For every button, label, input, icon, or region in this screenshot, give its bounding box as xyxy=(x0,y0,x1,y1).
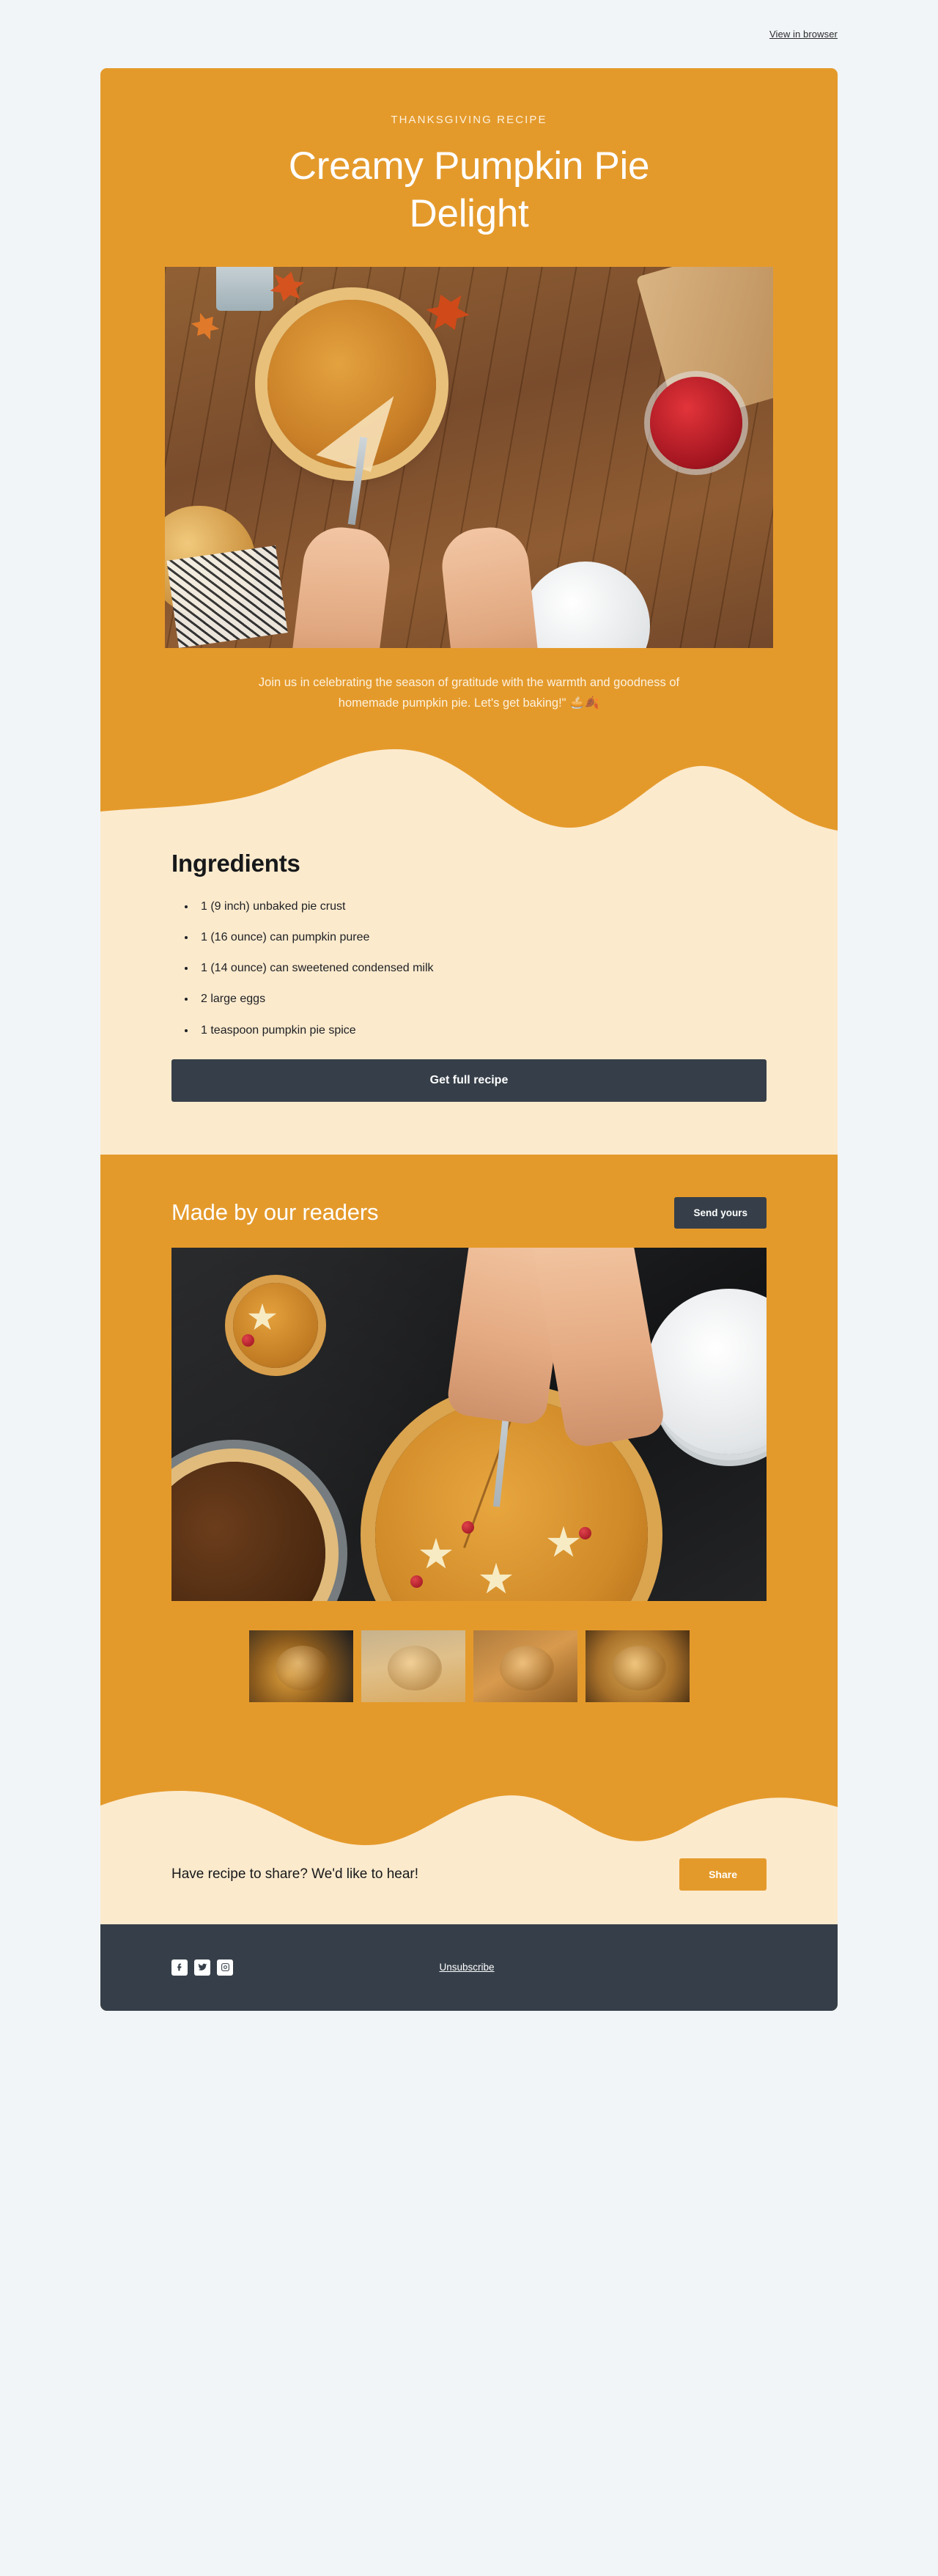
share-band: Have recipe to share? We'd like to hear!… xyxy=(100,1850,838,1924)
share-prompt-text: Have recipe to share? We'd like to hear! xyxy=(171,1866,419,1882)
napkin-shape xyxy=(166,545,288,649)
cranberry-shape xyxy=(242,1333,254,1347)
email-card: THANKSGIVING RECIPE Creamy Pumpkin Pie D… xyxy=(100,68,838,2011)
unsubscribe-link[interactable]: Unsubscribe xyxy=(439,1962,494,1973)
readers-header: Made by our readers Send yours xyxy=(171,1196,767,1229)
ingredients-list: 1 (9 inch) unbaked pie crust 1 (16 ounce… xyxy=(171,898,767,1039)
readers-image xyxy=(171,1247,767,1601)
twitter-icon[interactable] xyxy=(194,1959,210,1976)
share-button[interactable]: Share xyxy=(679,1858,767,1891)
cranberry-shape xyxy=(462,1520,474,1534)
ingredients-section: Ingredients 1 (9 inch) unbaked pie crust… xyxy=(100,830,838,1155)
send-yours-button[interactable]: Send yours xyxy=(674,1196,767,1229)
list-item: 2 large eggs xyxy=(196,990,767,1007)
get-full-recipe-button[interactable]: Get full recipe xyxy=(171,1059,767,1102)
mini-pumpkin-pie-shape xyxy=(233,1282,318,1368)
hero-eyebrow: THANKSGIVING RECIPE xyxy=(391,114,547,126)
cranberry-shape xyxy=(579,1526,591,1539)
facebook-icon[interactable] xyxy=(171,1959,188,1976)
wave-divider-bottom xyxy=(100,1790,838,1851)
wave-divider-top xyxy=(100,748,838,831)
readers-section: Made by our readers Send yours xyxy=(100,1154,838,1781)
hero-image xyxy=(165,267,773,649)
instagram-icon[interactable] xyxy=(217,1959,233,1976)
cranberry-shape xyxy=(410,1575,423,1588)
thumbnail-gallery xyxy=(171,1601,767,1781)
social-links xyxy=(171,1959,233,1976)
list-item: 1 teaspoon pumpkin pie spice xyxy=(196,1022,767,1039)
gallery-thumbnail[interactable] xyxy=(585,1630,690,1702)
view-in-browser-link[interactable]: View in browser xyxy=(769,29,838,40)
footer-center: Unsubscribe xyxy=(233,1961,767,1974)
list-item: 1 (14 ounce) can sweetened condensed mil… xyxy=(196,960,767,976)
gallery-thumbnail[interactable] xyxy=(361,1630,465,1702)
gallery-thumbnail[interactable] xyxy=(473,1630,577,1702)
hero-body-text: Join us in celebrating the season of gra… xyxy=(258,676,680,710)
list-item: 1 (9 inch) unbaked pie crust xyxy=(196,898,767,915)
preheader-bar: View in browser xyxy=(0,0,938,68)
hero-section: THANKSGIVING RECIPE Creamy Pumpkin Pie D… xyxy=(100,68,838,744)
cranberry-bowl-shape xyxy=(650,377,742,470)
page-title: Creamy Pumpkin Pie Delight xyxy=(288,144,650,236)
ingredients-title: Ingredients xyxy=(171,849,300,877)
jar-shape xyxy=(216,267,273,312)
pumpkin-pie-shape xyxy=(267,300,436,469)
footer: Unsubscribe xyxy=(100,1924,838,2011)
readers-title: Made by our readers xyxy=(171,1199,379,1226)
gallery-thumbnail[interactable] xyxy=(248,1630,353,1702)
list-item: 1 (16 ounce) can pumpkin puree xyxy=(196,929,767,946)
